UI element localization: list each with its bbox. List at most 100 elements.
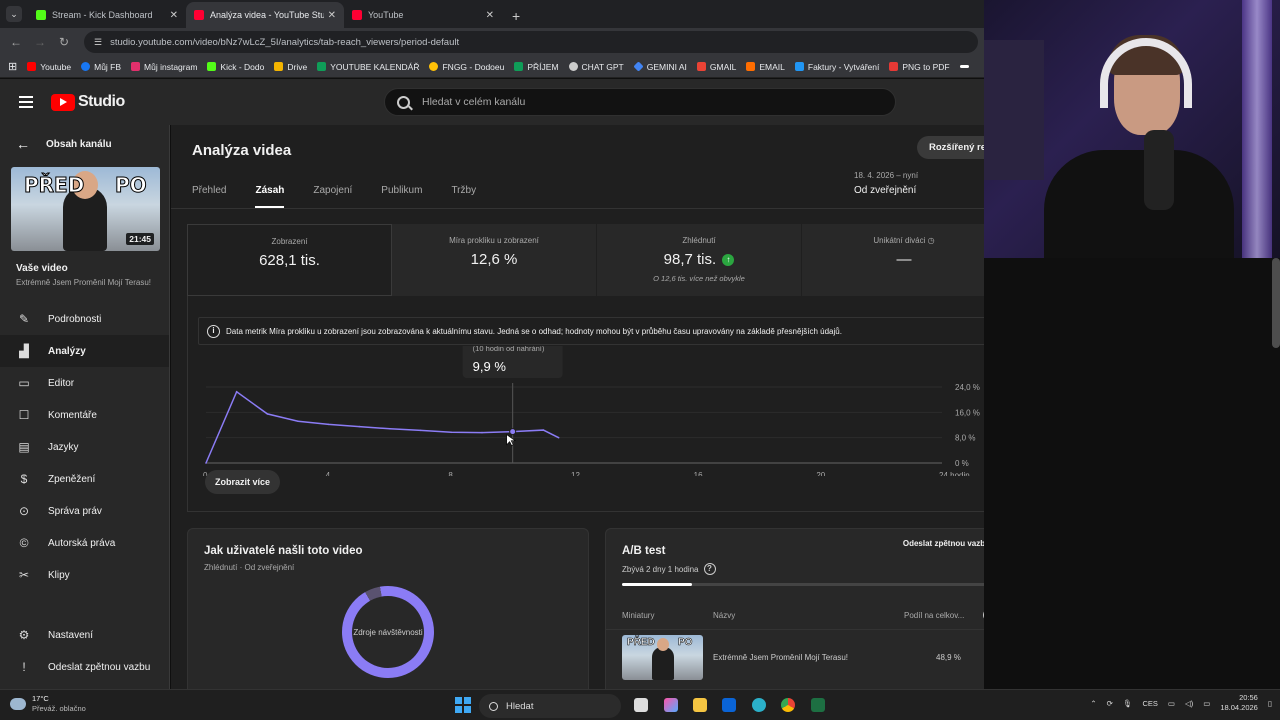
sidebar-item-settings[interactable]: ⚙ Nastavení — [0, 619, 170, 651]
browser-tab[interactable]: Stream - Kick Dashboard ✕ — [28, 2, 186, 28]
task-view-icon[interactable] — [634, 698, 648, 712]
windows-start-icon[interactable] — [455, 697, 471, 713]
site-info-icon[interactable]: ☰ — [94, 37, 102, 48]
copilot-icon[interactable] — [664, 698, 678, 712]
sidebar-item-languages[interactable]: ▤ Jazyky — [0, 431, 169, 463]
close-tab-icon[interactable]: ✕ — [486, 10, 494, 21]
bookmark-gmail[interactable]: GMAIL — [696, 62, 736, 72]
bookmark-fngg[interactable]: FNGG - Dodoeu — [429, 62, 504, 72]
sidebar-item-analytics[interactable]: ▟ Analýzy — [0, 335, 169, 367]
instagram-icon — [131, 62, 141, 71]
ab-progress-fill — [622, 583, 693, 586]
x-tick-label: 20 — [816, 471, 825, 476]
scrollbar[interactable] — [1272, 258, 1280, 348]
analytics-icon: ▟ — [19, 344, 29, 358]
table-row[interactable]: PŘED PO Extrémně Jsem Proměnil Mojí Tera… — [622, 635, 984, 680]
channel-search[interactable]: Hledat v celém kanálu — [384, 88, 896, 116]
back-to-content-button[interactable]: ← Obsah kanálu — [0, 125, 169, 163]
microphone — [1144, 130, 1174, 210]
analytics-tabs: Přehled Zásah Zapojení Publikum Tržby — [192, 185, 505, 208]
tab-reach[interactable]: Zásah — [255, 185, 285, 208]
chrome-icon[interactable] — [781, 698, 795, 712]
sidebar-item-monetization[interactable]: $ Zpeněžení — [0, 463, 169, 495]
weather-widget[interactable]: 17°C Převáž. oblačno — [10, 694, 86, 714]
bookmark-income[interactable]: PŘÍJEM — [514, 62, 559, 72]
sidebar-item-feedback[interactable]: ! Odeslat zpětnou vazbu — [0, 651, 170, 683]
mouse-cursor — [506, 434, 517, 447]
ab-thumbnail: PŘED PO — [622, 635, 703, 680]
bookmark-drive[interactable]: Drive — [274, 62, 307, 72]
video-title: Extrémně Jsem Proměnil Mojí Terasu! — [16, 278, 152, 287]
url-field[interactable]: ☰ studio.youtube.com/video/bNz7wLcZ_5I/a… — [84, 31, 978, 53]
forward-icon[interactable]: → — [28, 35, 52, 49]
new-tab-button[interactable]: + — [512, 8, 520, 24]
bookmark-chatgpt[interactable]: CHAT GPT — [568, 62, 624, 72]
tab-audience[interactable]: Publikum — [381, 185, 422, 208]
sheets-icon — [317, 62, 327, 71]
pencil-icon: ✎ — [18, 312, 30, 326]
sidebar-item-editor[interactable]: ▭ Editor — [0, 367, 169, 399]
browser-tab[interactable]: YouTube ✕ — [344, 2, 502, 28]
metric-card-impressions[interactable]: Zobrazení 628,1 tis. — [187, 224, 392, 296]
outlook-icon[interactable] — [722, 698, 736, 712]
bookmark-email[interactable]: EMAIL — [746, 62, 785, 72]
studio-logo[interactable]: Studio — [51, 93, 125, 111]
help-icon[interactable]: ? — [703, 563, 716, 575]
excel-icon[interactable] — [811, 698, 825, 712]
taskbar-search[interactable]: Hledat — [479, 694, 621, 718]
sidebar-item-clips[interactable]: ✂ Klipy — [0, 559, 169, 591]
apps-icon[interactable]: ⊞ — [8, 60, 17, 73]
bookmark-png-to-pdf[interactable]: PNG to PDF — [889, 62, 950, 72]
tooltip-value: 9,9 % — [473, 359, 507, 374]
video-thumbnail[interactable]: PŘED PO 21:45 — [11, 167, 160, 251]
bookmark-invoices[interactable]: Faktury - Vytváření — [794, 62, 879, 72]
sidebar-item-details[interactable]: ✎ Podrobnosti — [0, 303, 169, 335]
metric-card-views[interactable]: Zhlédnutí 98,7 tis. ↑ O 12,6 tis. více n… — [597, 224, 802, 296]
volume-icon[interactable]: ◁) — [1185, 699, 1193, 708]
menu-icon[interactable] — [19, 96, 33, 108]
sync-icon[interactable]: ⟳ — [1107, 699, 1113, 708]
sidebar: ← Obsah kanálu PŘED PO 21:45 Vaše video … — [0, 125, 170, 689]
period-selector[interactable]: 18. 4. 2026 – nyní Od zveřejnění — [854, 171, 918, 196]
close-tab-icon[interactable]: ✕ — [328, 10, 336, 21]
tab-search-button[interactable]: ⌄ — [6, 6, 22, 22]
network-icon[interactable]: ▭ — [1168, 699, 1175, 708]
send-feedback-link[interactable]: Odeslat zpětnou vazbu — [903, 539, 984, 548]
edge-icon[interactable] — [752, 698, 766, 712]
your-video-label: Vaše video — [16, 263, 68, 274]
close-tab-icon[interactable]: ✕ — [170, 10, 178, 21]
clock[interactable]: 20:56 18.04.2026 — [1220, 693, 1258, 713]
youtube-logo-icon — [51, 93, 75, 111]
bookmark-facebook[interactable]: Můj FB — [81, 62, 121, 72]
bookmark-youtube[interactable]: Youtube — [27, 62, 71, 72]
tab-engagement[interactable]: Zapojení — [313, 185, 352, 208]
ab-test-panel: A/B test Odeslat zpětnou vazbu Zbývá 2 d… — [605, 528, 984, 689]
reload-icon[interactable]: ↻ — [52, 35, 76, 49]
bookmark-more[interactable] — [959, 65, 973, 68]
mic-icon[interactable]: 🎙 — [1123, 699, 1133, 708]
sidebar-item-copyright[interactable]: © Autorská práva — [0, 527, 169, 559]
bookmark-kick[interactable]: Kick - Dodo — [207, 62, 264, 72]
metric-card-unique-viewers[interactable]: Unikátní diváci ◷ — — [802, 224, 984, 296]
show-more-button[interactable]: Zobrazit více — [205, 470, 281, 494]
ctr-line-chart[interactable]: 0 %8,0 %16,0 %24,0 %04812162024 hodinso … — [188, 346, 984, 476]
sidebar-item-rights[interactable]: ⊙ Správa práv — [0, 495, 169, 527]
battery-icon[interactable]: ▭ — [1203, 699, 1210, 708]
bookmark-instagram[interactable]: Můj instagram — [131, 62, 197, 72]
search-input[interactable]: Hledat v celém kanálu — [422, 96, 525, 108]
metric-card-ctr[interactable]: Míra prokliku u zobrazení 12,6 % — [392, 224, 597, 296]
file-explorer-icon[interactable] — [693, 698, 707, 712]
traffic-sources-donut[interactable]: Zdroje návštěvnosti — [342, 586, 434, 678]
advanced-mode-button[interactable]: Rozšířený režim — [917, 136, 984, 159]
copyright-icon: © — [19, 536, 29, 550]
bookmark-calendar[interactable]: YOUTUBE KALENDÁŘ — [317, 62, 419, 72]
tab-overview[interactable]: Přehled — [192, 185, 226, 208]
tab-revenue[interactable]: Tržby — [451, 185, 476, 208]
bookmark-gemini[interactable]: GEMINI AI — [633, 61, 687, 72]
browser-tab-active[interactable]: Analýza videa - YouTube Studio ✕ — [186, 2, 344, 28]
sidebar-item-comments[interactable]: ☐ Komentáře — [0, 399, 169, 431]
chevron-up-icon[interactable]: ⌃ — [1090, 699, 1096, 708]
back-icon[interactable]: ← — [4, 35, 28, 49]
notifications-icon[interactable]: ▯ — [1268, 699, 1272, 708]
metric-cards: Zobrazení 628,1 tis. Míra prokliku u zob… — [187, 224, 984, 296]
